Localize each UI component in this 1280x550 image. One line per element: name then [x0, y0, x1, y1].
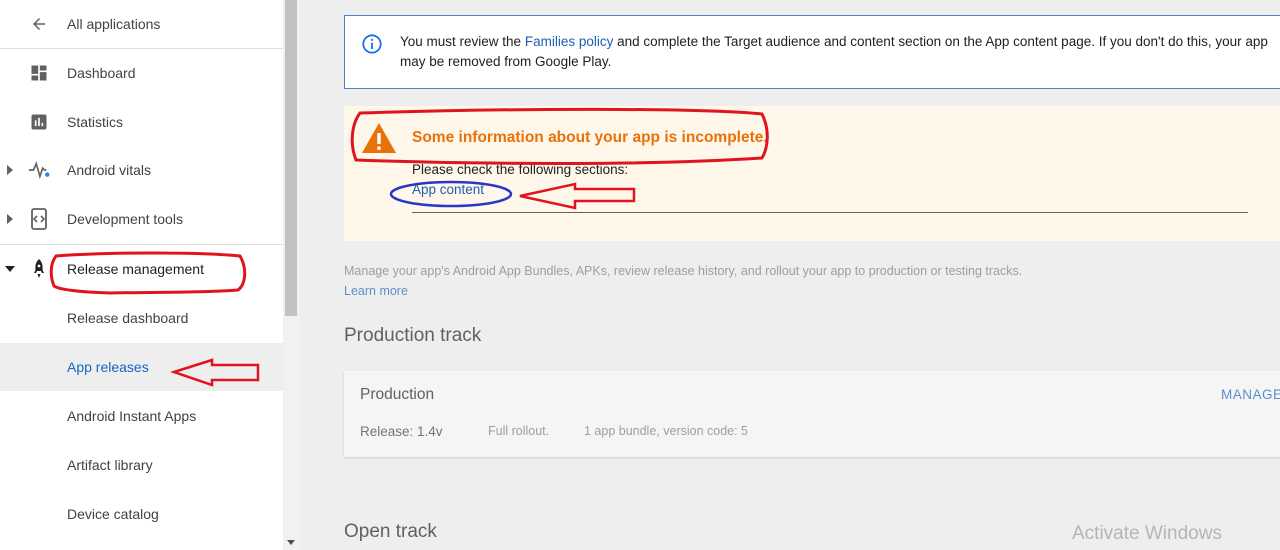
- sidebar-item-label: Android vitals: [67, 162, 152, 178]
- sidebar-item-label: Dashboard: [67, 65, 136, 81]
- families-policy-link[interactable]: Families policy: [525, 34, 614, 49]
- warning-subtitle: Please check the following sections:: [412, 162, 629, 177]
- production-title: Production: [360, 386, 435, 403]
- sidebar-item-label: Development tools: [67, 211, 183, 227]
- caret-down-icon[interactable]: [4, 261, 16, 277]
- dev-tools-icon: [28, 208, 50, 230]
- sidebar-item-dashboard[interactable]: Dashboard: [0, 49, 283, 97]
- release-description: Manage your app's Android App Bundles, A…: [344, 264, 1023, 278]
- open-track-heading: Open track: [344, 521, 437, 542]
- sidebar: All applications Dashboard Statistics An…: [0, 0, 283, 550]
- rollout-status: Full rollout.: [488, 424, 550, 438]
- sidebar-item-android-vitals[interactable]: Android vitals: [0, 146, 283, 194]
- activate-windows-watermark: Activate Windows: [1072, 523, 1222, 544]
- arrow-back-icon: [28, 13, 50, 35]
- release-version: Release: 1.4v: [360, 424, 443, 439]
- sidebar-subitem-artifact-library[interactable]: Artifact library: [0, 441, 283, 489]
- sidebar-subitem-label: Android Instant Apps: [67, 408, 197, 424]
- sidebar-item-statistics[interactable]: Statistics: [0, 98, 283, 146]
- sidebar-subitem-app-releases[interactable]: App releases: [0, 343, 283, 391]
- sidebar-subitem-label: App releases: [67, 359, 149, 375]
- production-track-heading: Production track: [344, 325, 482, 346]
- caret-right-icon[interactable]: [4, 162, 16, 178]
- banner-text: You must review the Families policy and …: [400, 32, 1280, 72]
- warning-icon: [362, 123, 396, 153]
- sidebar-subitem-release-dashboard[interactable]: Release dashboard: [0, 294, 283, 342]
- sidebar-scrollbar-thumb[interactable]: [285, 0, 297, 316]
- caret-right-icon[interactable]: [4, 211, 16, 227]
- sidebar-subitem-label: Artifact library: [67, 457, 153, 473]
- sidebar-subitem-android-instant-apps[interactable]: Android Instant Apps: [0, 392, 283, 440]
- app-content-link[interactable]: App content: [412, 182, 484, 197]
- warning-title: Some information about your app is incom…: [412, 129, 768, 146]
- rocket-icon: [28, 258, 50, 280]
- sidebar-item-label: Release management: [67, 261, 204, 277]
- back-to-all-applications[interactable]: All applications: [0, 0, 283, 48]
- info-icon: [362, 34, 382, 54]
- learn-more-link[interactable]: Learn more: [344, 284, 408, 298]
- production-card: [344, 371, 1280, 457]
- statistics-icon: [28, 111, 50, 133]
- scroll-down-arrow-icon[interactable]: [286, 537, 296, 547]
- sidebar-item-development-tools[interactable]: Development tools: [0, 195, 283, 243]
- vitals-icon: [28, 159, 50, 181]
- banner-text-start: You must review the: [400, 34, 525, 49]
- dashboard-icon: [28, 62, 50, 84]
- bundle-info: 1 app bundle, version code: 5: [584, 424, 749, 438]
- sidebar-subitem-label: Device catalog: [67, 506, 159, 522]
- sidebar-subitem-device-catalog[interactable]: Device catalog: [0, 490, 283, 538]
- manage-button[interactable]: MANAGE: [1221, 387, 1280, 402]
- warning-divider: [412, 212, 1248, 213]
- back-label: All applications: [67, 16, 161, 32]
- sidebar-subitem-label: Release dashboard: [67, 310, 189, 326]
- sidebar-item-release-management[interactable]: Release management: [0, 245, 283, 293]
- sidebar-item-label: Statistics: [67, 114, 124, 130]
